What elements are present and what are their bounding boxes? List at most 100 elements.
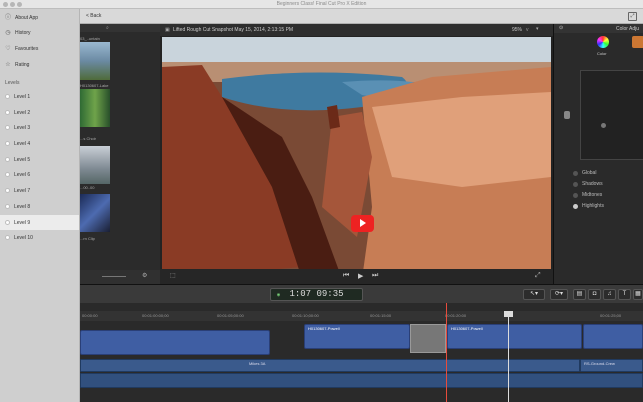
level-dot-icon (5, 172, 10, 177)
info-icon: ⓘ (5, 14, 12, 21)
level-dot-icon (5, 204, 10, 209)
color-puck[interactable] (601, 123, 606, 128)
option-midtones[interactable]: Midtones (573, 192, 602, 198)
clip-thumbnail[interactable] (80, 194, 110, 232)
option-label: Global (582, 170, 597, 176)
viewer-title: Lifted Rough Cut Snapshot May 15, 2014, … (173, 27, 294, 33)
level-dot-icon (5, 220, 10, 225)
back-arrow-icon[interactable]: ⊙ (559, 25, 563, 31)
clip-appearance-button[interactable]: ▤ (573, 289, 586, 300)
color-board[interactable] (580, 70, 643, 160)
sidebar-item-level-10[interactable]: Level 10 (0, 230, 79, 245)
app-window: Beginners Class! Final Cut Pro X Edition… (0, 0, 643, 402)
option-label: Highlights (582, 203, 604, 209)
expand-icon[interactable]: ⤢ (535, 272, 541, 280)
timeline-ruler: 00:00:00 00:01:00:00;00 00:01:05;00:00 0… (80, 311, 643, 321)
option-global[interactable]: Global (573, 170, 596, 176)
event-browser: ⌕ 03_..untain H0130607-Lake ...s Choir .… (80, 24, 160, 284)
clip-thumbnail[interactable] (80, 42, 110, 80)
audio-clip[interactable]: RS-Ground-Crew (580, 359, 643, 372)
generators-icon[interactable]: ▦ (633, 289, 643, 300)
back-button[interactable]: < Back (86, 9, 101, 24)
transform-icon[interactable]: ⬚ (170, 272, 176, 279)
timecode-value: 1:07 09:35 (289, 289, 344, 299)
ruler-tick: 00:00:00 (82, 313, 98, 318)
sidebar-item-label: Level 9 (14, 219, 31, 226)
title-t-icon[interactable]: T (618, 289, 631, 300)
sidebar-item-level-7[interactable]: Level 7 (0, 183, 79, 198)
fullscreen-icon[interactable]: ⤢ (628, 12, 637, 21)
color-wheel-icon[interactable] (597, 36, 609, 48)
thumb-label: ...rn Clip (80, 236, 95, 241)
sidebar-item-label: About App (15, 14, 39, 21)
sidebar-item-favourites[interactable]: ♡ Favourites (0, 41, 79, 56)
play-icon[interactable]: ▶ (358, 272, 363, 280)
zoom-dropdown[interactable]: v (526, 27, 529, 33)
sidebar-item-rating[interactable]: ☆ Rating (0, 57, 79, 72)
next-frame-icon[interactable]: ⏭ (372, 272, 378, 280)
sidebar-item-history[interactable]: ◷ History (0, 25, 79, 40)
timeline: 00:00:00 00:01:00:00;00 00:01:05;00:00 0… (80, 303, 643, 402)
timeline-clip[interactable] (80, 330, 270, 355)
browser-search-icon[interactable]: ⌕ (106, 25, 109, 31)
browser-footer: ⚙ (80, 270, 160, 284)
color-inspector: ⊙ Color Adju Color Global Shadows Midton… (553, 24, 643, 284)
audio-track[interactable] (80, 373, 643, 388)
sidebar-item-label: Level 10 (14, 234, 33, 241)
option-highlights[interactable]: Highlights (573, 203, 604, 209)
title-bar: Beginners Class! Final Cut Pro X Edition (0, 0, 643, 9)
exposure-slider[interactable] (564, 111, 570, 119)
camera-icon[interactable]: ◘ (588, 289, 601, 300)
radio-icon (573, 203, 578, 209)
level-dot-icon (5, 94, 10, 99)
inspector-title: Color Adju (616, 26, 640, 32)
sidebar-item-label: Level 8 (14, 203, 31, 210)
levels-section-label: Levels (5, 80, 20, 86)
film-icon: ▣ (165, 27, 170, 33)
sidebar-item-level-8[interactable]: Level 8 (0, 199, 79, 214)
star-icon: ☆ (5, 61, 11, 68)
timeline-clip[interactable] (583, 324, 643, 349)
sidebar-item-level-6[interactable]: Level 6 (0, 167, 79, 182)
option-shadows[interactable]: Shadows (573, 181, 603, 187)
saturation-icon[interactable] (632, 36, 643, 48)
color-tab-label[interactable]: Color (597, 51, 607, 56)
sidebar-item-level-3[interactable]: Level 3 (0, 120, 79, 135)
view-options-icon[interactable]: ▾ (536, 26, 539, 32)
select-tool-button[interactable]: ↖▾ (523, 289, 545, 300)
viewer-controls: ⬚ ⏮ ▶ ⏭ ⤢ (160, 269, 553, 284)
clip-size-slider[interactable] (102, 276, 126, 277)
timeline-clip[interactable]: H0130607-Powell (304, 324, 410, 349)
playhead[interactable] (508, 317, 509, 402)
ruler-tick: 00:01:05;00:00 (217, 313, 244, 318)
level-dot-icon (5, 188, 10, 193)
viewer-header: ▣ Lifted Rough Cut Snapshot May 15, 2014… (160, 24, 553, 36)
clip-thumbnail[interactable] (80, 89, 110, 127)
audio-clip[interactable]: Mikes 3A (80, 359, 580, 372)
sidebar-item-level-5[interactable]: Level 5 (0, 152, 79, 167)
video-frame (162, 37, 551, 279)
sidebar: ⓘ About App ◷ History ♡ Favourites ☆ Rat… (0, 9, 80, 402)
previous-frame-icon[interactable]: ⏮ (343, 272, 349, 280)
sidebar-item-label: Level 2 (14, 109, 31, 116)
sidebar-item-level-2[interactable]: Level 2 (0, 105, 79, 120)
music-icon[interactable]: ♫ (603, 289, 616, 300)
transition-marker[interactable] (410, 324, 446, 353)
window-title: Beginners Class! Final Cut Pro X Edition (276, 1, 367, 7)
zoom-level[interactable]: 95% (512, 27, 522, 33)
browser-header: ⌕ (80, 24, 160, 32)
radio-icon (573, 181, 578, 187)
option-label: Midtones (582, 192, 603, 198)
skimming-button[interactable]: ⟳▾ (550, 289, 568, 300)
play-video-button[interactable] (351, 215, 374, 232)
sidebar-item-level-9[interactable]: Level 9 (0, 215, 79, 230)
sidebar-item-about-app[interactable]: ⓘ About App (0, 10, 79, 25)
sidebar-item-level-1[interactable]: Level 1 (0, 89, 79, 104)
inspector-header: ⊙ Color Adju (554, 24, 643, 33)
timeline-clip[interactable]: H0130607-Powell (447, 324, 582, 349)
settings-icon[interactable]: ⚙ (142, 272, 147, 279)
clip-thumbnail[interactable] (80, 146, 110, 184)
level-dot-icon (5, 125, 10, 130)
level-dot-icon (5, 235, 10, 240)
sidebar-item-level-4[interactable]: Level 4 (0, 136, 79, 151)
